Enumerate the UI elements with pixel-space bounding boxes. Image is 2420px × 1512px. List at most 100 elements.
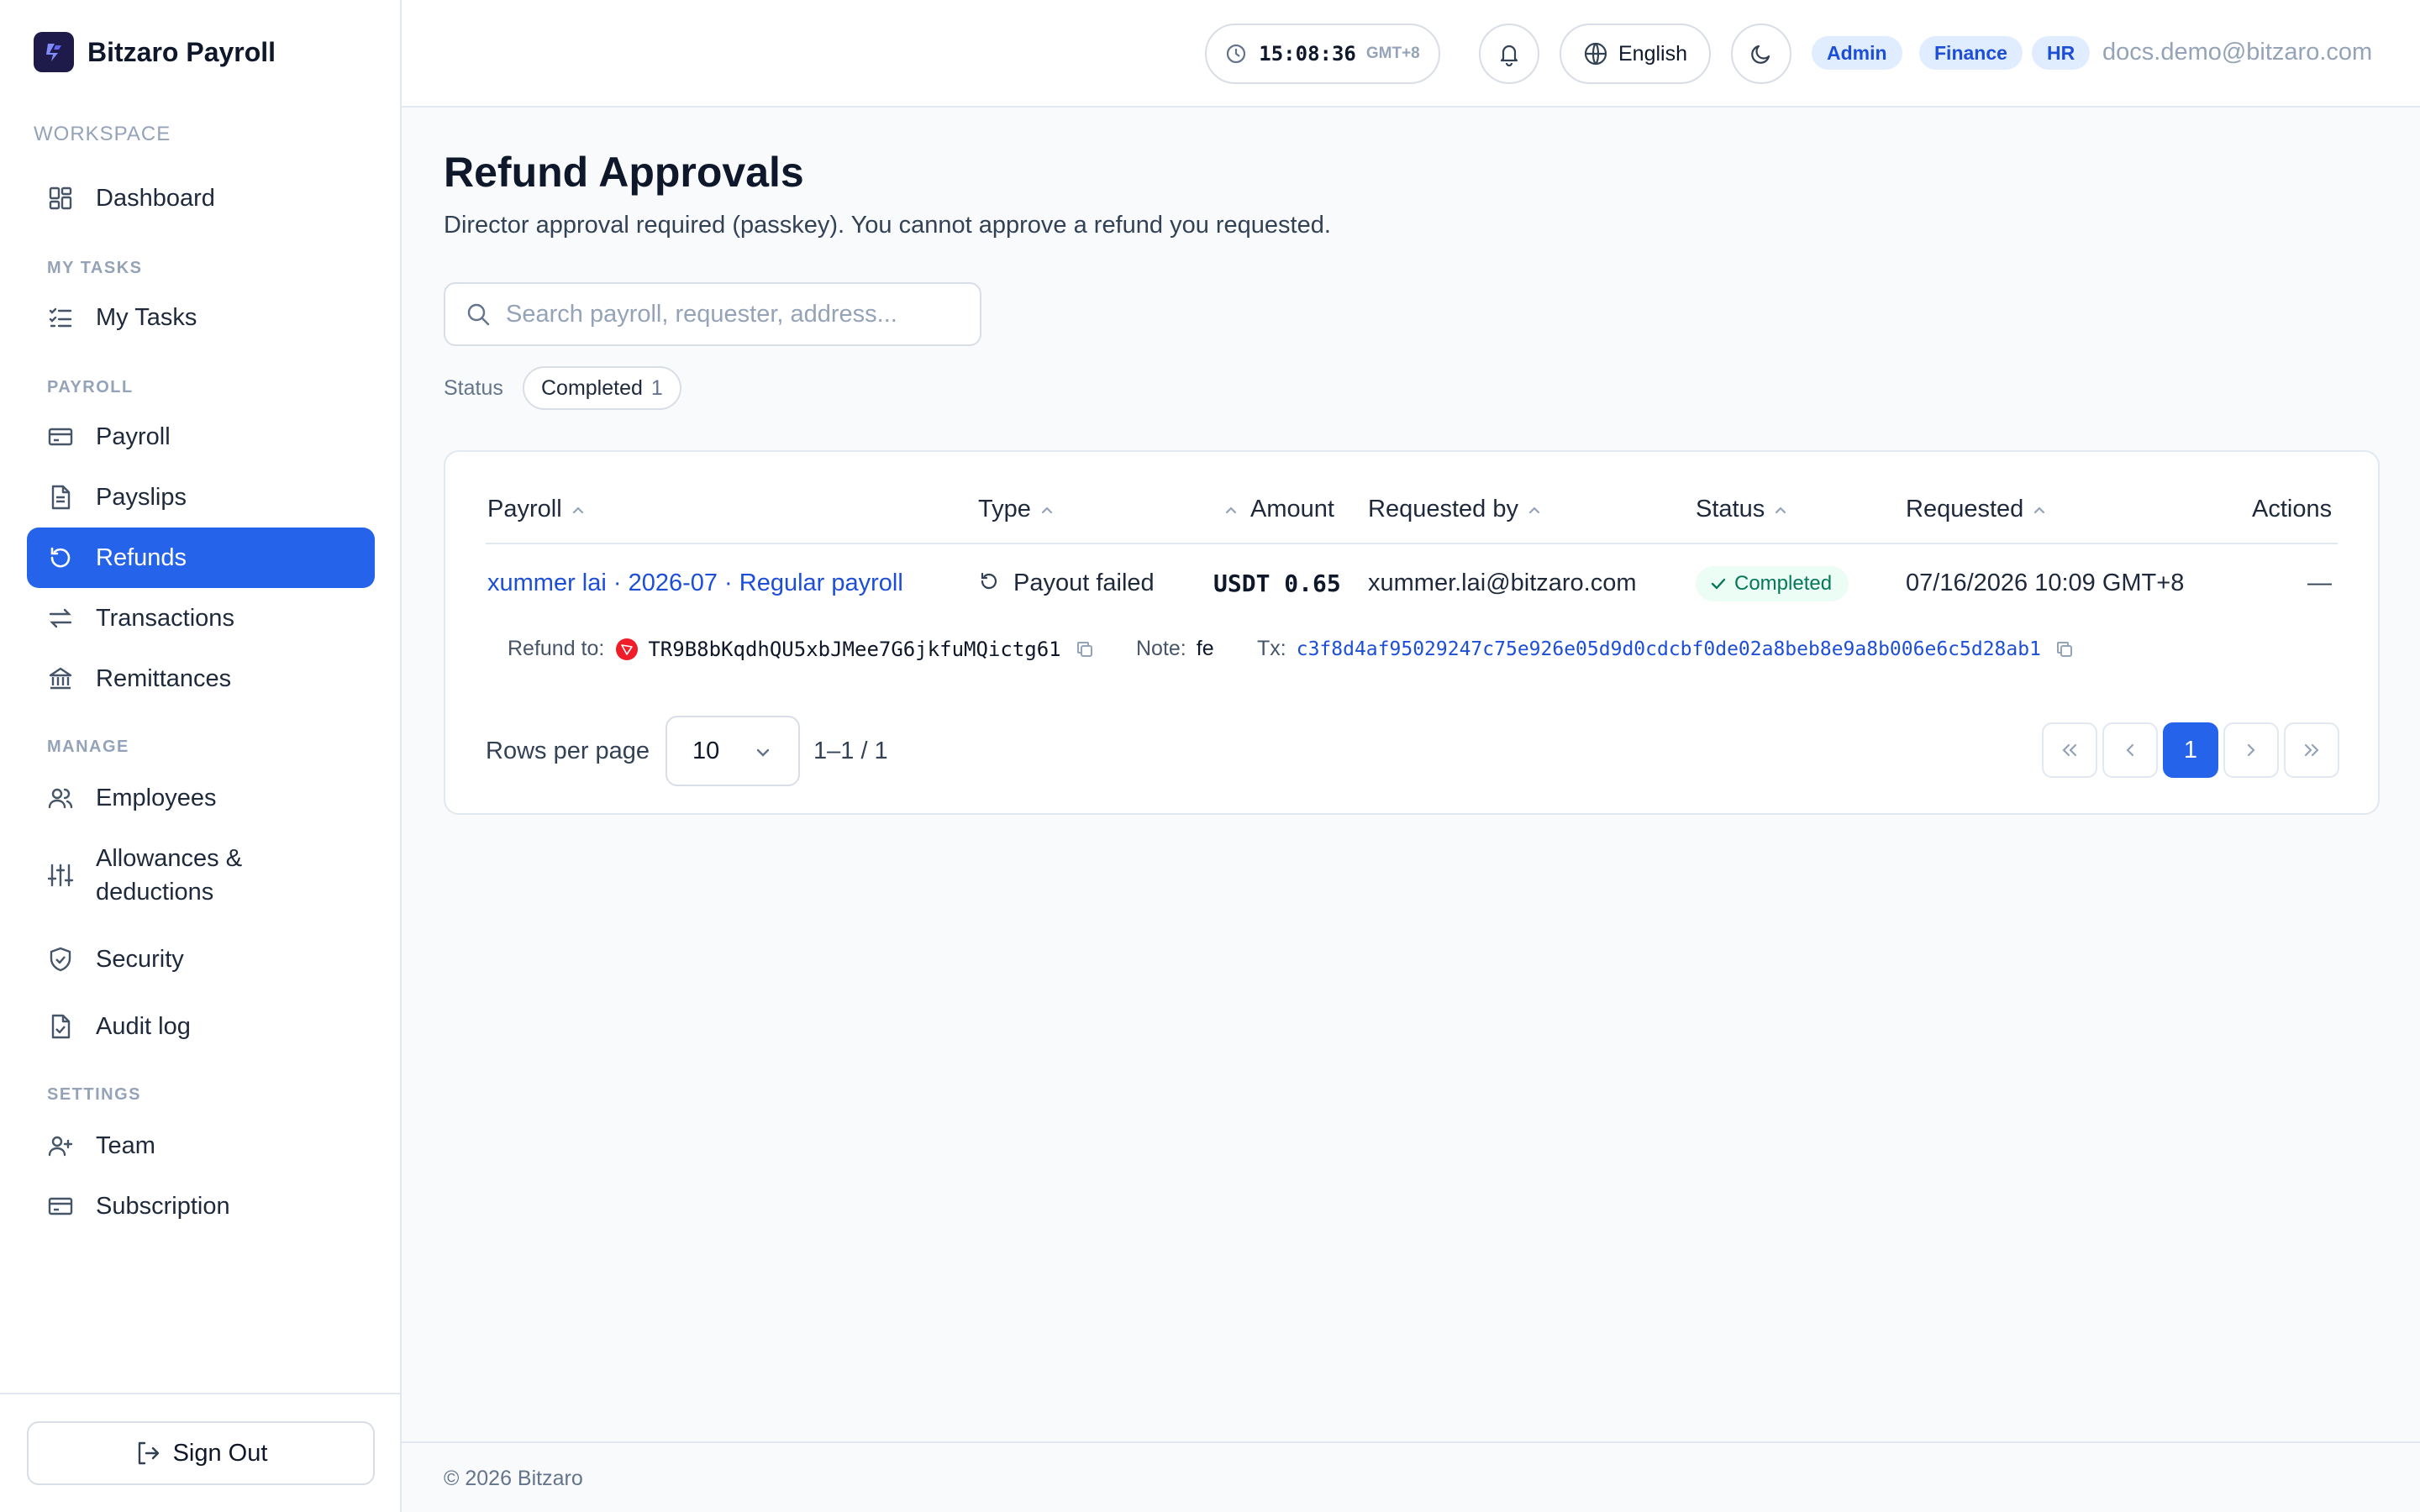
rows-per-page-select[interactable]: 10	[666, 716, 800, 786]
language-selector[interactable]: English	[1560, 24, 1711, 84]
sidebar: Bitzaro Payroll WORKSPACE Dashboard MY T…	[0, 0, 402, 1512]
search-input[interactable]	[506, 300, 960, 328]
refund-icon	[981, 572, 997, 589]
theme-toggle[interactable]	[1731, 24, 1791, 84]
next-page-button[interactable]	[2223, 722, 2279, 778]
language-label: English	[1618, 41, 1687, 66]
sidebar-item-label: Refunds	[96, 543, 187, 571]
first-page-button[interactable]	[2042, 722, 2097, 778]
arrows-exchange-icon	[49, 608, 72, 628]
sidebar-item-my-tasks[interactable]: My Tasks	[27, 287, 375, 348]
column-header-requested-by[interactable]: Requested by	[1368, 496, 1542, 523]
sidebar-item-payroll[interactable]: Payroll	[27, 407, 375, 467]
globe-icon	[1584, 42, 1607, 66]
column-header-requested[interactable]: Requested	[1906, 496, 2047, 523]
tx-label: Tx:	[1257, 637, 1286, 660]
sidebar-item-audit-log[interactable]: Audit log	[27, 996, 375, 1057]
sign-out-label: Sign Out	[172, 1439, 268, 1467]
refund-to-address: TR9B8bKqdhQU5xbJMee7G6jkfuMQictg61	[648, 637, 1061, 661]
column-header-type[interactable]: Type	[978, 496, 1055, 523]
sidebar-item-dashboard[interactable]: Dashboard	[27, 168, 375, 228]
chevron-right-icon	[2247, 743, 2255, 757]
sign-out-button[interactable]: Sign Out	[27, 1421, 375, 1485]
user-email[interactable]: docs.demo@bitzaro.com	[2102, 39, 2372, 66]
sidebar-item-label: Security	[96, 945, 184, 973]
column-header-actions: Actions	[2252, 496, 2332, 523]
tron-logo-icon	[621, 643, 634, 655]
sidebar-item-employees[interactable]: Employees	[27, 768, 375, 828]
section-payroll: PAYROLL	[47, 378, 134, 396]
tx-hash-link[interactable]: c3f8d4af95029247c75e926e05d9d0cdcbf0de02…	[1297, 638, 2041, 660]
sort-asc-icon	[1225, 506, 1237, 513]
column-header-label: Amount	[1250, 496, 1334, 522]
sidebar-item-transactions[interactable]: Transactions	[27, 588, 375, 648]
sidebar-item-team[interactable]: Team	[27, 1116, 375, 1176]
document-icon	[51, 485, 71, 510]
search-box[interactable]	[444, 282, 981, 346]
sliders-icon	[47, 864, 74, 887]
chevrons-right-icon	[2304, 743, 2319, 757]
sort-asc-icon	[1776, 506, 1786, 513]
rows-per-page-value: 10	[692, 737, 720, 764]
role-badge-finance: Finance	[1919, 36, 2023, 70]
sidebar-item-label: Remittances	[96, 664, 232, 692]
sort-asc-icon	[1041, 506, 1052, 513]
note-value: fe	[1196, 637, 1214, 660]
brand-logo-icon	[34, 32, 74, 72]
card-icon	[48, 428, 73, 446]
sidebar-item-label: Payslips	[96, 483, 187, 511]
sidebar-item-subscription[interactable]: Subscription	[27, 1176, 375, 1236]
brand[interactable]: Bitzaro Payroll	[34, 32, 276, 72]
user-plus-icon	[48, 1136, 73, 1157]
column-header-amount[interactable]: Amount	[1223, 496, 1334, 523]
sidebar-item-label-line1: Allowances &	[96, 845, 243, 872]
search-icon	[467, 303, 490, 326]
sidebar-item-payslips[interactable]: Payslips	[27, 467, 375, 528]
role-badge-hr: HR	[2032, 36, 2091, 70]
column-header-label: Actions	[2252, 496, 2333, 522]
footer-copyright: © 2026 Bitzaro	[444, 1467, 583, 1490]
copy-icon[interactable]	[1075, 639, 1095, 659]
sidebar-item-label-line2: deductions	[96, 879, 214, 906]
sort-asc-icon	[2034, 506, 2045, 513]
refund-to-label: Refund to:	[508, 637, 605, 660]
status-badge: Completed	[1696, 566, 1849, 601]
page-subtitle: Director approval required (passkey). Yo…	[444, 212, 1331, 239]
column-header-label: Requested	[1906, 496, 2024, 522]
row-requested-date: 07/16/2026 10:09 GMT+8	[1906, 570, 2185, 596]
last-page-button[interactable]	[2284, 722, 2339, 778]
sidebar-item-remittances[interactable]: Remittances	[27, 648, 375, 709]
row-note: Note: fe	[1136, 637, 1214, 661]
notifications-button[interactable]	[1479, 24, 1539, 84]
clock-widget[interactable]: 15:08:36 GMT+8	[1205, 24, 1440, 84]
sidebar-divider	[0, 1393, 400, 1394]
bank-icon	[49, 667, 72, 690]
row-amount: USDT 0.65	[1213, 570, 1341, 597]
status-filter-label: Status	[444, 376, 503, 400]
sidebar-item-allowances-deductions[interactable]: Allowances & deductions	[27, 835, 375, 916]
column-header-status[interactable]: Status	[1696, 496, 1788, 523]
column-header-payroll[interactable]: Payroll	[487, 496, 586, 523]
sidebar-item-label: Subscription	[96, 1192, 230, 1220]
sidebar-item-security[interactable]: Security	[27, 929, 375, 990]
status-filter-chip-completed[interactable]: Completed 1	[523, 366, 681, 410]
sign-out-icon	[138, 1441, 159, 1465]
note-label: Note:	[1136, 637, 1186, 660]
page-button-current[interactable]: 1	[2163, 722, 2218, 778]
prev-page-button[interactable]	[2102, 722, 2158, 778]
chevrons-left-icon	[2062, 743, 2077, 757]
role-badge-admin: Admin	[1812, 36, 1902, 70]
task-list-icon	[49, 307, 72, 328]
sidebar-item-label: My Tasks	[96, 303, 197, 331]
pagination-range: 1–1 / 1	[813, 738, 888, 764]
table-header-divider	[486, 543, 2338, 544]
rows-per-page-label: Rows per page	[486, 738, 650, 764]
row-payroll-link[interactable]: xummer lai · 2026-07 · Regular payroll	[487, 570, 903, 597]
copy-icon[interactable]	[2054, 639, 2075, 659]
check-icon	[1711, 578, 1726, 590]
clock-timezone: GMT+8	[1365, 45, 1420, 62]
row-tx: Tx: c3f8d4af95029247c75e926e05d9d0cdcbf0…	[1257, 637, 2075, 661]
sidebar-item-refunds[interactable]: Refunds	[27, 528, 375, 588]
sidebar-item-label: Team	[96, 1131, 155, 1159]
column-header-label: Requested by	[1368, 496, 1518, 522]
